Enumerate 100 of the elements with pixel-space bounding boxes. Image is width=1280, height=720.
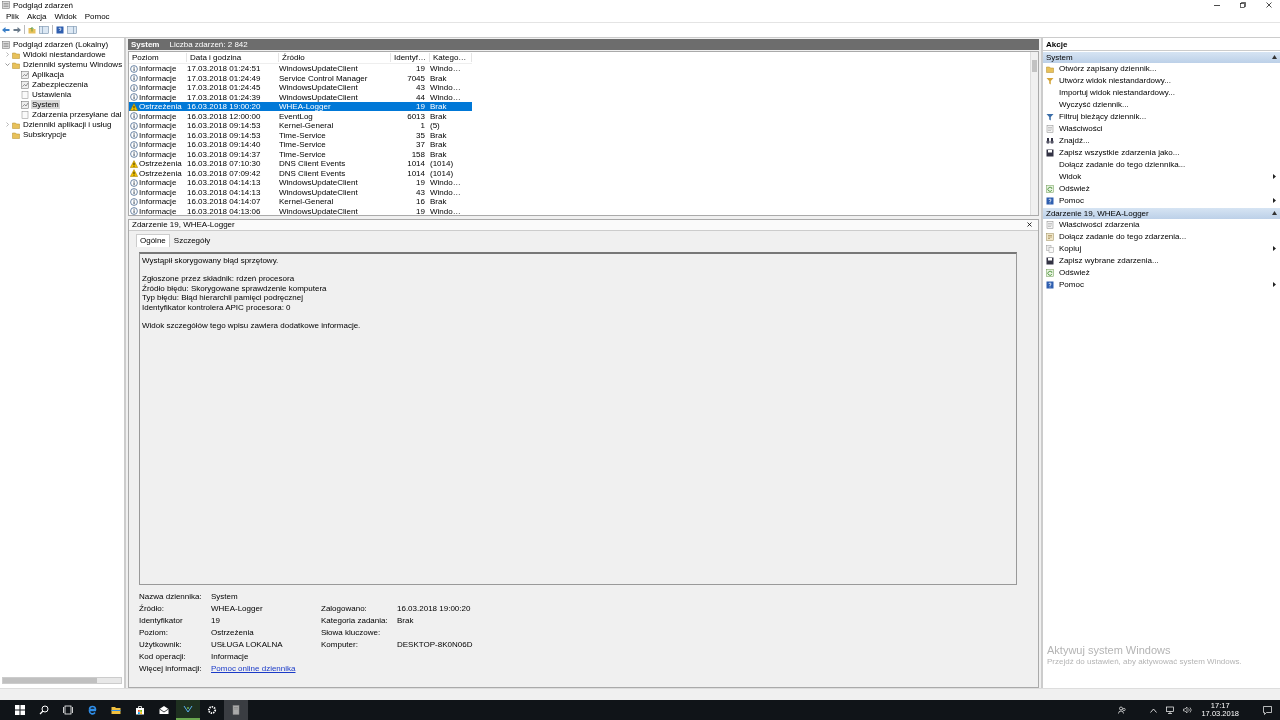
action-item[interactable]: Zapisz wybrane zdarzenia... [1043,254,1280,267]
table-cell-text: Brak [430,73,448,83]
tree-item[interactable]: Ustawienia [31,90,73,100]
app-icon[interactable] [183,704,193,714]
table-row[interactable]: Informacje 17.03.2018 01:24:51 WindowsUpdateClient 19 Windo… [129,63,472,74]
table-row[interactable]: Informacje 16.03.2018 09:14:37 Time-Service 158 Brak [129,149,472,159]
table-row[interactable]: Informacje 17.03.2018 01:24:49 Service Control Manager 7045 Brak [129,73,472,83]
table-cell-text: Windo… [430,92,462,102]
help-link[interactable]: Pomoc online dziennika [211,664,321,674]
action-item[interactable]: Pomoc [1043,278,1280,291]
table-cell: Informacje [139,92,177,102]
tree-item[interactable]: Subskrypcje [22,130,68,140]
task-view-icon[interactable] [63,705,73,715]
window-app-icon[interactable] [231,705,241,715]
gear-icon[interactable] [207,705,217,715]
column-header[interactable]: Poziom [129,52,187,62]
people-icon[interactable] [1118,706,1127,714]
details-title: Zdarzenie 19, WHEA-Logger [132,220,235,230]
action-item[interactable]: Dołącz zadanie do tego dziennika... [1043,158,1280,171]
forward-arrow-icon[interactable] [13,25,21,34]
table-row[interactable]: Ostrzeżenia 16.03.2018 07:10:30 DNS Client Events 1014 (1014) [129,158,472,169]
notification-icon[interactable] [1263,705,1272,715]
tree-item[interactable]: Podgląd zdarzeń (Lokalny) [12,40,110,50]
table-cell-text: Windo… [430,206,462,215]
search-icon[interactable] [39,705,49,715]
table-row[interactable]: Informacje 16.03.2018 04:14:13 WindowsUpdateClient 43 Windo… [129,187,472,197]
folder-icon[interactable] [111,705,121,715]
start-icon[interactable] [15,705,25,715]
back-arrow-icon[interactable] [2,25,10,34]
action-item[interactable]: Odśwież [1043,182,1280,195]
table-row[interactable]: Ostrzeżenia 16.03.2018 19:00:20 WHEA-Logger 19 Brak [129,101,472,112]
tree-item[interactable]: Zabezpieczenia [31,80,90,90]
maximize-icon[interactable] [1240,2,1246,9]
table-row[interactable]: Informacje 16.03.2018 09:14:40 Time-Service 37 Brak [129,139,472,150]
table-row[interactable]: Informacje 16.03.2018 09:14:53 Kernel-General 1 (5) [129,120,472,131]
table-row[interactable]: Informacje 17.03.2018 01:24:39 WindowsUpdateClient 44 Windo… [129,92,472,102]
table-cell: Informacje [139,130,177,140]
table-cell-text: 44 [415,92,425,102]
log-title: System [131,39,160,49]
action-item[interactable]: Utwórz widok niestandardowy... [1043,74,1280,87]
table-cell-text: 1014 [406,159,425,169]
tree-item[interactable]: Dzienniki aplikacji i usług [22,120,113,130]
tab[interactable]: Szczegóły [169,233,215,247]
table-cell-text: 16 [415,197,425,207]
action-item[interactable]: Kopiuj [1043,242,1280,255]
close-icon[interactable] [1266,2,1272,9]
speaker-icon[interactable] [1183,706,1193,714]
collapse-arrow-icon[interactable] [1272,55,1277,60]
browser-icon[interactable] [87,705,97,715]
table-cell-text: 16.03.2018 09:14:53 [187,130,262,140]
table-row[interactable]: Ostrzeżenia 16.03.2018 07:09:42 DNS Client Events 1014 (1014) [129,168,472,178]
action-item[interactable]: Odśwież [1043,266,1280,279]
table-row[interactable]: Informacje 16.03.2018 12:00:00 EventLog 6013 Brak [129,111,472,121]
scrollbar-thumb [1032,59,1037,72]
warning-icon [130,102,138,111]
action-item[interactable]: Dołącz zadanie do tego zdarzenia... [1043,230,1280,243]
network-icon[interactable] [1166,706,1175,714]
shopping-bag-icon[interactable] [135,705,145,715]
action-label: Pomoc [1059,196,1085,206]
tree-item[interactable]: Aplikacja [31,70,65,80]
table-row[interactable]: Informacje 16.03.2018 09:14:53 Time-Service 35 Brak [129,130,472,140]
section-header[interactable]: Zdarzenie 19, WHEA-Logger [1043,207,1280,219]
menu-item[interactable]: Akcja [26,11,47,21]
minimize-icon[interactable] [1214,2,1220,9]
expanded-chevron-icon[interactable] [4,62,10,68]
collapse-arrow-icon[interactable] [1272,211,1277,216]
section-header[interactable]: System [1043,51,1280,63]
action-item[interactable]: Filtruj bieżący dziennik... [1043,110,1280,123]
tree-item[interactable]: Dzienniki systemu Windows [22,60,124,70]
action-item[interactable]: Właściwości [1043,122,1280,135]
tree-item[interactable]: System [31,100,60,110]
table-cell-text: (1014) [430,159,455,169]
tree-item[interactable]: Zdarzenia przesyłane dal [31,110,123,120]
action-item[interactable]: Wyczyść dziennik... [1043,98,1280,111]
action-item[interactable]: Importuj widok niestandardowy... [1043,86,1280,99]
menu-item[interactable]: Widok [54,11,77,21]
column-header[interactable]: Źródło [279,52,391,62]
table-row[interactable]: Informacje 16.03.2018 04:14:07 Kernel-General 16 Brak [129,196,472,207]
action-item[interactable]: Widok [1043,170,1280,183]
menu-item[interactable]: Pomoc [84,11,110,21]
envelope-icon[interactable] [159,705,169,715]
menu-item[interactable]: Plik [6,11,19,21]
action-item[interactable]: Właściwości zdarzenia [1043,218,1280,231]
table-row[interactable]: Informacje 16.03.2018 04:13:06 WindowsUpdateClient 19 Windo… [129,206,472,215]
column-header[interactable]: Katego… [430,52,472,62]
chevron-up-icon[interactable] [1150,707,1158,713]
table-row[interactable]: Informacje 16.03.2018 04:14:13 WindowsUpdateClient 19 Windo… [129,177,472,188]
tree-item[interactable]: Widoki niestandardowe [22,50,107,60]
close-icon[interactable] [1027,222,1032,228]
table-row[interactable]: Informacje 17.03.2018 01:24:45 WindowsUpdateClient 43 Windo… [129,82,472,93]
tab[interactable]: Ogólne [136,233,170,247]
table-cell: Informacje [139,140,177,150]
help-icon[interactable] [56,25,64,34]
table-cell-text: 37 [415,140,425,150]
action-item[interactable]: Otwórz zapisany dziennik... [1043,62,1280,75]
action-item[interactable]: Zapisz wszystkie zdarzenia jako... [1043,146,1280,159]
action-item[interactable]: Znajdź... [1043,134,1280,147]
column-header[interactable]: Identyf… [391,52,430,62]
column-header[interactable]: Data i godzina [187,52,279,62]
action-item[interactable]: Pomoc [1043,194,1280,207]
